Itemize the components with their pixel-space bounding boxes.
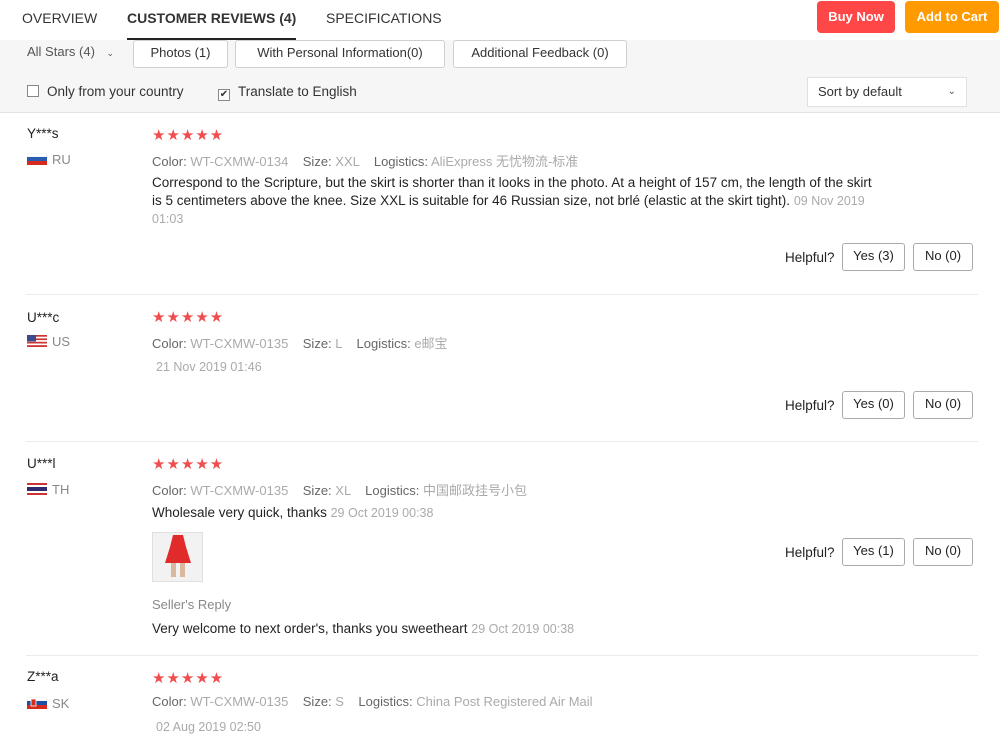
divider: [26, 441, 978, 442]
helpful-yes-button[interactable]: Yes (0): [842, 391, 905, 419]
size-label: Size:: [302, 336, 332, 351]
reviewer-name: Z***a: [27, 669, 59, 684]
reviewer-country: RU: [27, 152, 71, 167]
thailand-flag-icon: [27, 483, 47, 495]
helpful-yes-button[interactable]: Yes (3): [842, 243, 905, 271]
buy-now-button[interactable]: Buy Now: [817, 1, 895, 33]
color-value: WT-CXMW-0135: [190, 336, 289, 351]
size-value: XL: [335, 483, 351, 498]
star-rating: ★★★★★: [152, 309, 225, 326]
reviewer-name: Y***s: [27, 126, 59, 141]
logistics-value: 中国邮政挂号小包: [423, 483, 528, 498]
chevron-down-icon: ⌄: [106, 48, 115, 58]
logistics-label: Logistics:: [365, 483, 420, 498]
country-code: US: [52, 334, 71, 349]
size-label: Size:: [302, 154, 332, 169]
review-text: Wholesale very quick, thanks 29 Oct 2019…: [152, 504, 872, 522]
chevron-down-icon: ⌄: [947, 86, 956, 97]
helpful-label: Helpful?: [785, 250, 835, 265]
checkbox-unchecked-icon: [27, 85, 39, 97]
logistics-label: Logistics:: [373, 154, 429, 169]
product-attributes: Color: WT-CXMW-0135 Size: XL Logistics: …: [152, 480, 527, 499]
review-filters: All Stars (4) ⌄ Photos (1) With Personal…: [0, 40, 1000, 113]
size-value: S: [335, 694, 344, 709]
logistics-value: AliExpress 无忧物流-标准: [430, 154, 579, 169]
color-label: Color:: [152, 694, 187, 709]
size-value: L: [335, 336, 343, 351]
helpful-yes-button[interactable]: Yes (1): [842, 538, 905, 566]
russia-flag-icon: [27, 153, 47, 165]
review-date: 21 Nov 2019 01:46: [156, 360, 262, 374]
color-label: Color:: [152, 154, 187, 169]
all-stars-dropdown[interactable]: All Stars (4) ⌄: [27, 44, 114, 59]
reviewer-country: US: [27, 334, 70, 349]
star-rating: ★★★★★: [152, 670, 225, 687]
country-code: SK: [52, 696, 70, 711]
review-photo-image: [153, 533, 202, 581]
top-navigation: OVERVIEW CUSTOMER REVIEWS (4) SPECIFICAT…: [0, 0, 1000, 41]
reviewer-country: SK: [27, 696, 69, 711]
reviewer-country: TH: [27, 482, 69, 497]
helpful-label: Helpful?: [785, 545, 835, 560]
size-value: XXL: [335, 154, 360, 169]
helpful-no-button[interactable]: No (0): [913, 243, 973, 271]
usa-flag-icon: [27, 335, 47, 347]
review-text: 02 Aug 2019 02:50: [152, 718, 872, 736]
seller-reply-label: Seller's Reply: [152, 597, 232, 612]
sort-dropdown[interactable]: Sort by default ⌄: [807, 77, 967, 107]
seller-reply: Very welcome to next order's, thanks you…: [152, 620, 872, 638]
photos-filter-button[interactable]: Photos (1): [133, 40, 228, 68]
only-country-label: Only from your country: [47, 84, 184, 99]
tab-customer-reviews[interactable]: CUSTOMER REVIEWS (4): [127, 0, 297, 41]
review-date: 29 Oct 2019 00:38: [330, 506, 434, 520]
color-value: WT-CXMW-0134: [190, 154, 289, 169]
helpful-label: Helpful?: [785, 398, 835, 413]
logistics-label: Logistics:: [356, 336, 411, 351]
additional-feedback-filter-button[interactable]: Additional Feedback (0): [453, 40, 627, 68]
star-rating: ★★★★★: [152, 456, 225, 473]
only-country-checkbox[interactable]: Only from your country: [27, 84, 184, 99]
country-code: TH: [52, 482, 70, 497]
product-attributes: Color: WT-CXMW-0134 Size: XXL Logistics:…: [152, 151, 578, 170]
tab-specifications[interactable]: SPECIFICATIONS: [326, 0, 442, 38]
reviewer-name: U***l: [27, 456, 56, 471]
review-body: Wholesale very quick, thanks: [152, 505, 327, 520]
seller-reply-text: Very welcome to next order's, thanks you…: [152, 621, 468, 636]
review-date: 02 Aug 2019 02:50: [156, 720, 261, 734]
divider: [26, 655, 978, 656]
checkbox-checked-icon: ✔: [218, 89, 230, 101]
product-attributes: Color: WT-CXMW-0135 Size: S Logistics: C…: [152, 694, 593, 709]
translate-label: Translate to English: [238, 84, 357, 99]
logistics-label: Logistics:: [358, 694, 413, 709]
slovakia-flag-icon: [27, 697, 47, 709]
sort-label: Sort by default: [818, 84, 902, 99]
logistics-value: China Post Registered Air Mail: [416, 694, 593, 709]
color-value: WT-CXMW-0135: [190, 483, 289, 498]
review-text: 21 Nov 2019 01:46: [152, 358, 872, 376]
translate-checkbox[interactable]: ✔ Translate to English: [218, 84, 357, 101]
helpful-no-button[interactable]: No (0): [913, 391, 973, 419]
reviewer-name: U***c: [27, 310, 60, 325]
size-label: Size:: [302, 483, 332, 498]
color-value: WT-CXMW-0135: [190, 694, 289, 709]
review-body: Correspond to the Scripture, but the ski…: [152, 175, 872, 208]
country-code: RU: [52, 152, 71, 167]
color-label: Color:: [152, 336, 187, 351]
helpful-no-button[interactable]: No (0): [913, 538, 973, 566]
size-label: Size:: [302, 694, 332, 709]
review-text: Correspond to the Scripture, but the ski…: [152, 174, 872, 228]
add-to-cart-button[interactable]: Add to Cart: [905, 1, 999, 33]
color-label: Color:: [152, 483, 187, 498]
all-stars-label: All Stars (4): [27, 44, 95, 59]
product-attributes: Color: WT-CXMW-0135 Size: L Logistics: e…: [152, 333, 448, 352]
tab-overview[interactable]: OVERVIEW: [22, 0, 97, 38]
divider: [26, 294, 978, 295]
seller-reply-date: 29 Oct 2019 00:38: [471, 622, 575, 636]
logistics-value: e邮宝: [414, 336, 448, 351]
star-rating: ★★★★★: [152, 127, 225, 144]
personal-info-filter-button[interactable]: With Personal Information(0): [235, 40, 445, 68]
review-photo-thumbnail[interactable]: [152, 532, 203, 582]
